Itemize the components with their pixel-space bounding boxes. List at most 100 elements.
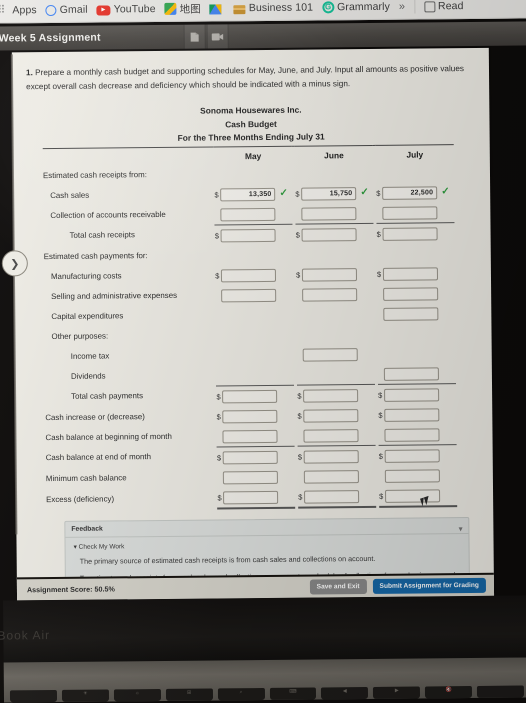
collapse-icon[interactable]: ▾ bbox=[459, 525, 463, 533]
bookmark-grammarly[interactable]: G Grammarly bbox=[322, 1, 390, 14]
amount-cell bbox=[298, 466, 376, 487]
amount-input[interactable] bbox=[383, 227, 438, 240]
amount-cell bbox=[217, 426, 295, 447]
amount-cell bbox=[377, 283, 455, 304]
amount-input[interactable] bbox=[223, 410, 278, 423]
amount-input[interactable] bbox=[382, 186, 437, 199]
row-label-cell: Other purposes: bbox=[44, 326, 216, 348]
bookmark-maps[interactable]: 地图 bbox=[165, 1, 201, 16]
amount-input[interactable] bbox=[223, 451, 278, 464]
submit-assignment-button[interactable]: Submit Assignment for Grading bbox=[372, 578, 486, 594]
save-and-exit-button[interactable]: Save and Exit bbox=[310, 579, 367, 595]
amount-input[interactable] bbox=[223, 471, 278, 484]
correct-check-icon: ✓ bbox=[360, 188, 368, 198]
cash-budget-body: MayJuneJulyEstimated cash receipts from:… bbox=[43, 145, 457, 511]
amount-input[interactable] bbox=[383, 307, 438, 320]
amount-column-cell bbox=[296, 304, 374, 325]
amount-cell bbox=[379, 465, 457, 486]
amount-cell: $ bbox=[298, 445, 376, 467]
amount-input[interactable] bbox=[384, 367, 439, 380]
ebook-icon[interactable] bbox=[184, 25, 206, 49]
assignment-page: 1. Prepare a monthly cash budget and sup… bbox=[12, 48, 494, 601]
key: ⌨ bbox=[269, 688, 316, 700]
row-label-cell: Cash balance at beginning of month bbox=[45, 427, 217, 449]
laptop-brand-text: Book Air bbox=[0, 628, 50, 643]
question-number: 1. bbox=[26, 68, 33, 77]
amount-input[interactable] bbox=[382, 206, 437, 219]
amount-input[interactable] bbox=[383, 287, 438, 300]
row-label-cell: Income tax bbox=[45, 346, 217, 368]
amount-input[interactable] bbox=[385, 449, 440, 462]
amount-input[interactable] bbox=[304, 470, 359, 483]
row-label-cell: Minimum cash balance bbox=[46, 468, 218, 490]
expand-panel-button[interactable]: ❯ bbox=[2, 250, 28, 276]
column-header: May bbox=[214, 146, 292, 164]
amount-input[interactable] bbox=[304, 450, 359, 463]
key: ◀ bbox=[321, 687, 368, 699]
amount-cell: $ bbox=[377, 263, 455, 284]
bookmark-youtube[interactable]: YouTube bbox=[97, 3, 156, 16]
amount-input[interactable] bbox=[302, 288, 357, 301]
row-label: Total cash receipts bbox=[44, 231, 215, 241]
browser-bookmarks-bar: ⠿ Apps Gmail YouTube 地图 Business 101 G G… bbox=[0, 0, 526, 24]
row-label: Estimated cash receipts from: bbox=[43, 170, 214, 180]
bookmark-business-101[interactable]: Business 101 bbox=[234, 2, 313, 15]
amount-input[interactable] bbox=[304, 490, 359, 503]
bookmark-drive[interactable] bbox=[210, 3, 225, 14]
amount-input[interactable] bbox=[302, 268, 357, 281]
row-label: Estimated cash payments for: bbox=[44, 251, 215, 261]
book-icon bbox=[234, 5, 246, 14]
feedback-check-my-work-label: ▾ Check My Work bbox=[74, 539, 461, 551]
amount-column-cell bbox=[295, 163, 373, 184]
amount-input[interactable] bbox=[304, 429, 359, 442]
amount-input[interactable] bbox=[221, 229, 276, 242]
status-buttons: Save and Exit Submit Assignment for Grad… bbox=[310, 578, 486, 595]
key bbox=[10, 690, 57, 702]
amount-input[interactable] bbox=[384, 428, 439, 441]
amount-column-cell bbox=[296, 244, 374, 265]
amount-input[interactable] bbox=[385, 469, 440, 482]
amount-column-cell bbox=[298, 425, 376, 446]
row-label: Cash balance at beginning of month bbox=[45, 432, 216, 442]
amount-input[interactable] bbox=[303, 348, 358, 361]
amount-cell: $ bbox=[297, 405, 375, 426]
video-icon[interactable] bbox=[207, 24, 229, 48]
amount-column-cell: $ bbox=[216, 385, 294, 407]
amount-input[interactable] bbox=[384, 408, 439, 421]
amount-input[interactable] bbox=[303, 389, 358, 402]
amount-column-cell: $✓ bbox=[214, 184, 292, 205]
reading-list-button[interactable]: Read bbox=[424, 0, 464, 12]
amount-cell bbox=[377, 303, 455, 324]
amount-input[interactable] bbox=[385, 489, 440, 502]
bookmarks-overflow-button[interactable]: » bbox=[399, 1, 405, 13]
amount-input[interactable] bbox=[383, 267, 438, 280]
amount-column-cell: $ bbox=[376, 222, 454, 244]
amount-input[interactable] bbox=[223, 430, 278, 443]
amount-input[interactable] bbox=[302, 228, 357, 241]
bookmark-gmail[interactable]: Gmail bbox=[46, 4, 88, 16]
amount-input[interactable] bbox=[301, 187, 356, 200]
amount-column-cell bbox=[297, 324, 375, 345]
amount-input[interactable] bbox=[221, 289, 276, 302]
amount-cell bbox=[378, 363, 456, 384]
bookmark-apps[interactable]: ⠿ Apps bbox=[0, 4, 37, 16]
amount-input[interactable] bbox=[222, 390, 277, 403]
amount-cell: $ bbox=[379, 444, 457, 466]
amount-column-cell bbox=[217, 467, 295, 488]
amount-input[interactable] bbox=[303, 409, 358, 422]
amount-input[interactable] bbox=[301, 207, 356, 220]
amount-cell bbox=[298, 425, 376, 446]
amount-input[interactable] bbox=[384, 388, 439, 401]
amount-input[interactable] bbox=[223, 491, 278, 504]
amount-input[interactable] bbox=[220, 188, 275, 201]
amount-cell: $ bbox=[217, 446, 295, 468]
amount-cell bbox=[378, 424, 456, 445]
amount-column-cell: $ bbox=[297, 384, 375, 406]
amount-column-cell bbox=[215, 285, 293, 306]
amount-input[interactable] bbox=[221, 208, 276, 221]
amount-input[interactable] bbox=[221, 269, 276, 282]
amount-cell: $ bbox=[215, 224, 293, 246]
row-label: Selling and administrative expenses bbox=[44, 291, 215, 301]
bookmark-label: YouTube bbox=[114, 3, 156, 15]
key: ▶ bbox=[373, 687, 420, 699]
